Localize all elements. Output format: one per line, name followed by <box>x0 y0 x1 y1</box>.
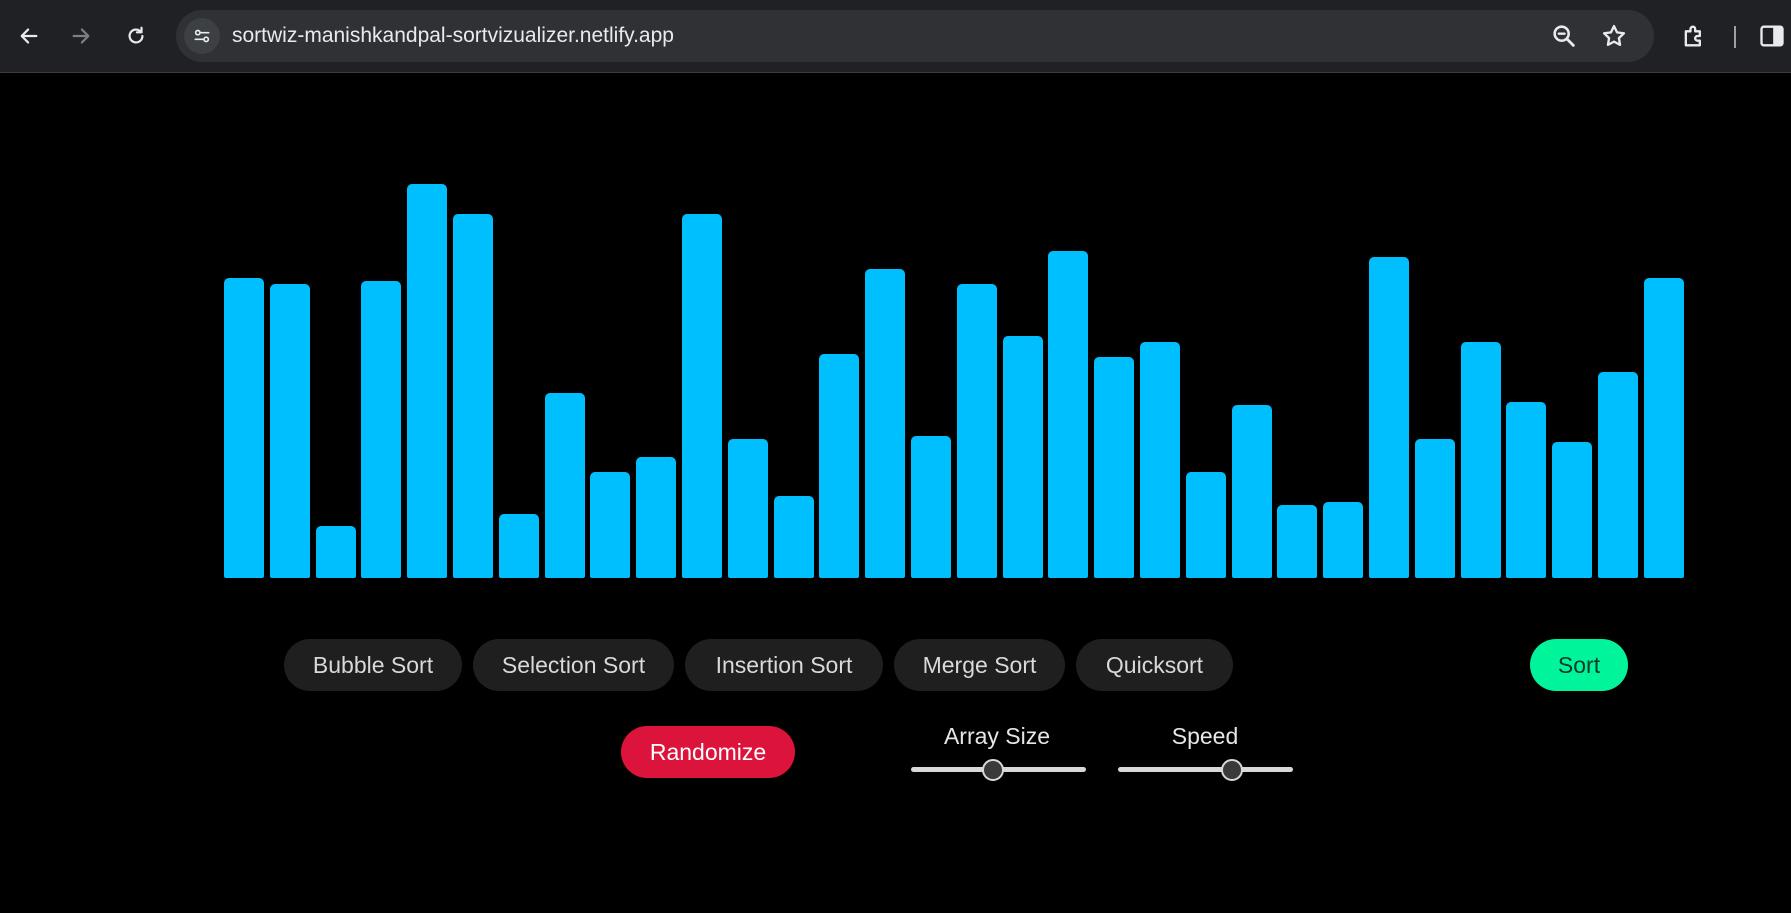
speed-slider-thumb[interactable] <box>1220 758 1243 781</box>
array-bar <box>727 439 768 578</box>
array-bar <box>1552 442 1593 578</box>
array-bar <box>224 278 264 578</box>
bubble-sort-button[interactable]: Bubble Sort <box>284 639 462 691</box>
speed-slider[interactable] <box>1118 758 1293 781</box>
array-bar <box>1048 251 1089 578</box>
back-button[interactable] <box>10 17 48 55</box>
array-bar <box>636 457 677 578</box>
array-bar <box>865 269 906 578</box>
array-bar <box>1140 342 1180 578</box>
array-bar <box>544 393 585 578</box>
array-bar <box>1002 336 1043 578</box>
reload-icon <box>128 26 144 44</box>
browser-toolbar: sortwiz-manishkandpal-sortvizualizer.net… <box>0 0 1791 73</box>
quicksort-button[interactable]: Quicksort <box>1076 639 1233 691</box>
site-info-icon <box>194 29 210 43</box>
array-bar <box>1598 372 1638 578</box>
array-size-slider-thumb[interactable] <box>982 758 1005 781</box>
randomize-button[interactable]: Randomize <box>621 726 795 778</box>
array-bar <box>590 472 631 578</box>
extensions-icon[interactable] <box>1680 22 1708 50</box>
toolbar-divider <box>1734 26 1736 48</box>
array-bars <box>224 170 1690 578</box>
array-bar <box>1094 357 1135 578</box>
selection-sort-button[interactable]: Selection Sort <box>473 639 674 691</box>
array-size-slider[interactable] <box>911 758 1086 781</box>
star-icon[interactable] <box>1600 22 1628 50</box>
array-bar <box>819 354 860 578</box>
array-bar <box>682 214 722 578</box>
array-bar <box>1231 405 1272 578</box>
insertion-sort-button[interactable]: Insertion Sort <box>685 639 883 691</box>
reload-button[interactable] <box>117 17 155 55</box>
merge-sort-button[interactable]: Merge Sort <box>894 639 1065 691</box>
back-arrow-icon <box>20 28 38 44</box>
array-bar <box>1506 402 1547 578</box>
array-bar <box>1185 472 1226 578</box>
array-bar <box>1643 278 1684 578</box>
array-bar <box>269 284 310 578</box>
array-bar <box>1277 505 1318 578</box>
array-bar <box>1323 502 1364 578</box>
array-bar <box>407 184 448 578</box>
speed-label: Speed <box>1171 723 1239 749</box>
sort-button[interactable]: Sort <box>1530 639 1628 691</box>
array-bar <box>956 284 997 578</box>
array-size-label: Array Size <box>943 723 1051 749</box>
array-bar <box>361 281 402 578</box>
array-bar <box>1414 439 1455 578</box>
array-bar <box>453 214 493 578</box>
zoom-icon[interactable] <box>1550 22 1578 50</box>
array-bar <box>911 436 951 578</box>
array-bar <box>498 514 539 578</box>
side-panel-icon[interactable] <box>1758 22 1786 50</box>
array-bar <box>1369 257 1409 578</box>
forward-arrow-icon <box>72 28 90 44</box>
array-bar <box>773 496 814 578</box>
address-bar[interactable]: sortwiz-manishkandpal-sortvizualizer.net… <box>176 10 1654 62</box>
url-text[interactable]: sortwiz-manishkandpal-sortvizualizer.net… <box>232 24 674 48</box>
forward-button[interactable] <box>62 17 100 55</box>
array-bar <box>315 526 356 578</box>
array-bar <box>1460 342 1501 578</box>
site-info-button[interactable] <box>184 18 220 54</box>
